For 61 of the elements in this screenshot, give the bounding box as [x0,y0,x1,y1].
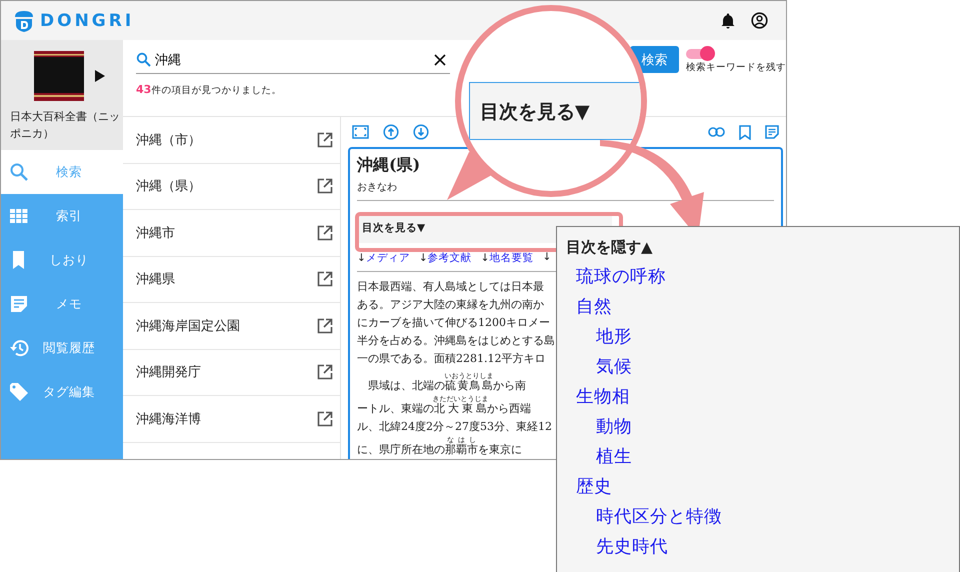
result-title: 沖縄（市） [136,132,201,149]
app-logo-text: DONGRI [40,10,134,30]
history-icon [9,338,29,358]
tag-icon [9,382,29,402]
result-title: 沖縄（県） [136,178,201,196]
link-icon[interactable] [708,127,725,137]
section-link[interactable]: ↓メディア [357,251,410,265]
result-item[interactable]: 沖縄海岸国定公園 [123,303,340,350]
play-icon[interactable] [95,70,105,82]
search-icon [9,162,29,182]
toc-item[interactable]: 時代区分と特徴 [566,502,959,532]
toc-item[interactable]: 先史時代 [566,532,959,562]
result-title: 沖縄市 [136,224,175,242]
article-paragraph: 日本最西端、有人島域としては日本最 ある。アジア大陸の東縁を九州の南か にカーブを描いて伸びる1200キロメー 半分を占める。沖縄島をはじめとする島 一の県である。面積2281.12平方キロ [357,279,555,367]
search-field[interactable]: 沖縄 [155,52,430,67]
result-count-text: 43件の項目が見つかりました。 [136,83,282,97]
toc-item[interactable]: 歴史 [566,472,959,502]
result-title: 沖縄県 [136,271,175,288]
book-title: 日本大百科全書（ニッポニカ） [10,109,121,142]
external-link-icon[interactable] [317,224,333,241]
toc-item[interactable]: 琉球の呼称 [566,262,959,292]
article-reading: おきなわ [357,181,398,194]
note-icon[interactable] [765,125,779,139]
external-link-icon[interactable] [317,364,333,380]
result-item[interactable]: 沖縄（県） [123,164,340,210]
toc-item[interactable]: 地形 [566,322,959,352]
result-title: 沖縄開発庁 [136,364,201,382]
toc-item[interactable]: 生物相 [566,382,959,412]
clear-icon[interactable] [434,54,446,66]
toc-item[interactable]: 動物 [566,412,959,442]
bookmark-icon[interactable] [739,124,751,140]
toggle-switch[interactable] [686,49,712,59]
toggle-label: 検索キーワードを残す [686,61,786,74]
account-icon[interactable] [751,12,768,29]
toc-item[interactable]: 植生 [566,442,959,472]
external-link-icon[interactable] [317,318,333,334]
grid-icon [9,206,29,226]
result-title: 沖縄海岸国定公園 [136,318,240,335]
book-cover-drawing[interactable] [34,51,84,101]
article-title: 沖縄(県) [357,155,422,176]
result-item[interactable]: 沖縄県 [123,256,340,303]
section-link[interactable]: ↓ [542,251,552,265]
magnified-toc-label: 目次を見る▼ [469,82,641,140]
fullscreen-icon[interactable] [352,125,369,139]
section-link[interactable]: ↓参考文献 [418,251,472,265]
result-item[interactable]: 沖縄市 [123,210,340,256]
result-item[interactable]: 沖縄（市） [123,117,340,164]
note-icon [9,294,29,314]
bell-icon[interactable] [721,12,735,28]
external-link-icon[interactable] [317,132,333,148]
toc-item[interactable]: 自然 [566,292,959,322]
result-title: 沖縄海洋博 [136,410,201,428]
external-link-icon[interactable] [317,410,333,427]
result-item[interactable]: 沖縄海洋博 [123,396,340,442]
section-link[interactable]: ↓地名要覧 [480,251,534,265]
external-link-icon[interactable] [317,271,333,288]
acorn-logo-icon [13,8,35,32]
result-item[interactable]: 沖縄開発庁 [123,350,340,396]
external-link-icon[interactable] [317,178,333,194]
toc-item[interactable]: 気候 [566,352,959,382]
search-icon [136,52,151,67]
